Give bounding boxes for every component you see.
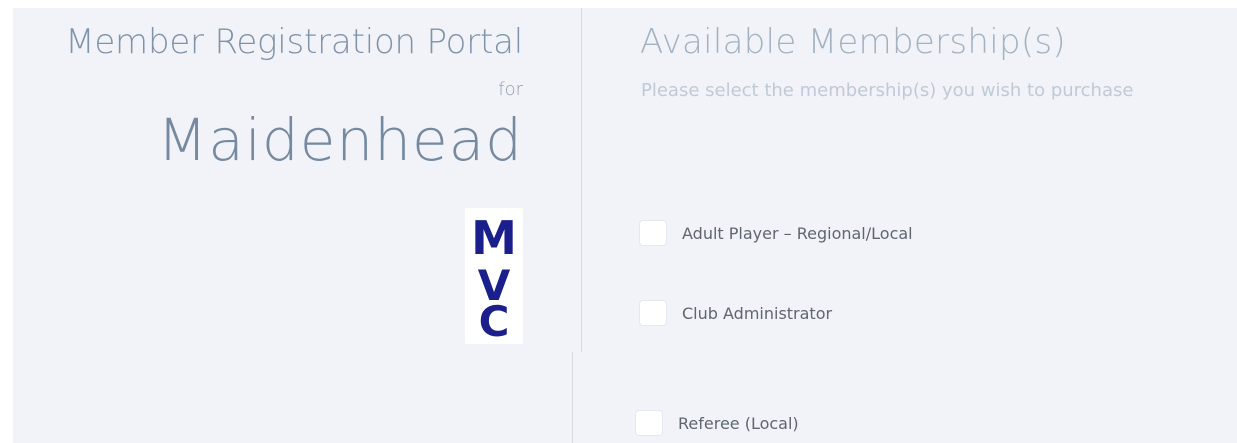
column-divider bbox=[581, 8, 582, 352]
adult-player-checkbox[interactable] bbox=[640, 221, 666, 245]
memberships-subtitle: Please select the membership(s) you wish… bbox=[641, 80, 1134, 101]
membership-option-referee[interactable]: Referee (Local) bbox=[636, 411, 799, 435]
memberships-title: Available Membership(s) bbox=[640, 22, 1066, 62]
club-name: Maidenhead bbox=[157, 106, 523, 174]
club-logo: M V C bbox=[465, 208, 523, 344]
column-divider-lower bbox=[572, 352, 573, 443]
logo-letter-c: C bbox=[479, 297, 510, 344]
registration-panel bbox=[13, 8, 1237, 443]
membership-option-label: Adult Player – Regional/Local bbox=[682, 223, 913, 243]
membership-option-label: Club Administrator bbox=[682, 303, 833, 323]
club-administrator-checkbox[interactable] bbox=[640, 301, 666, 325]
logo-letter-m: M bbox=[471, 211, 517, 265]
membership-option-adult-player[interactable]: Adult Player – Regional/Local bbox=[640, 221, 913, 245]
membership-option-label: Referee (Local) bbox=[678, 413, 799, 433]
portal-title: Member Registration Portal bbox=[65, 22, 523, 62]
portal-for-text: for bbox=[498, 79, 523, 100]
club-logo-icon: M V C bbox=[471, 211, 517, 344]
membership-option-club-administrator[interactable]: Club Administrator bbox=[640, 301, 832, 325]
referee-checkbox[interactable] bbox=[636, 411, 662, 435]
